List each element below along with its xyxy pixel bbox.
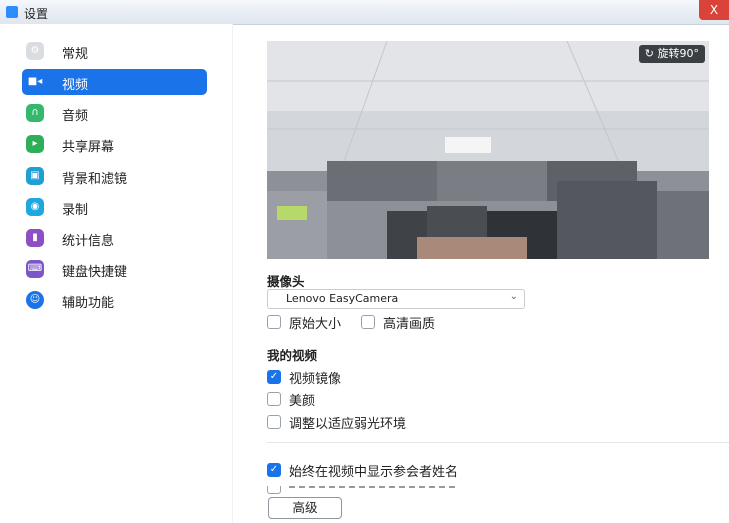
- rotate-90-button[interactable]: ↻ 旋转90°: [638, 45, 705, 63]
- sidebar-item-share-screen[interactable]: ▸ 共享屏幕: [22, 131, 207, 157]
- checkbox-label: 始终在视频中显示参会者姓名: [289, 465, 459, 480]
- sidebar-item-label: 统计信息: [62, 234, 115, 249]
- rotate-icon: ↻: [644, 47, 658, 60]
- rotate-label: 旋转90°: [657, 47, 700, 60]
- sidebar-item-label: 录制: [62, 203, 89, 218]
- sidebar-item-background[interactable]: ▣ 背景和滤镜: [22, 163, 207, 189]
- section-divider: [267, 442, 729, 443]
- sidebar-item-label: 视频: [62, 78, 89, 93]
- checkbox-box[interactable]: [267, 315, 281, 329]
- sidebar-item-keyboard-shortcuts[interactable]: ⌨ 键盘快捷键: [22, 256, 207, 282]
- sidebar-item-general[interactable]: ⚙ 常规: [22, 38, 207, 64]
- sidebar-item-statistics[interactable]: ▮ 统计信息: [22, 225, 207, 251]
- headphones-icon: ∩: [26, 104, 44, 122]
- camera-select-value: Lenovo EasyCamera: [286, 292, 399, 305]
- advanced-button[interactable]: 高级: [268, 497, 342, 519]
- gear-icon: ⚙: [26, 42, 44, 60]
- settings-sidebar: ⚙ 常规 ■◂ 视频 ∩ 音频 ▸ 共享屏幕 ▣ 背景和滤镜 ◉ 录制 ▮ 统计…: [0, 24, 233, 523]
- background-icon: ▣: [26, 167, 44, 185]
- app-icon: [6, 6, 18, 18]
- close-button[interactable]: X: [699, 0, 729, 20]
- video-camera-icon: ■◂: [27, 76, 43, 87]
- checkbox-label: 调整以适应弱光环境: [289, 417, 407, 432]
- checkbox-box[interactable]: [267, 392, 281, 406]
- share-screen-icon: ▸: [26, 135, 44, 153]
- checkbox-label: 美颜: [289, 394, 316, 409]
- checkbox-label: 原始大小: [289, 317, 342, 332]
- checkbox-box[interactable]: [267, 415, 281, 429]
- accessibility-icon: ☺: [26, 291, 44, 309]
- checkbox-box[interactable]: [361, 315, 375, 329]
- sidebar-item-label: 背景和滤镜: [62, 172, 128, 187]
- video-preview: ↻ 旋转90°: [267, 41, 709, 259]
- sidebar-item-video[interactable]: ■◂ 视频: [22, 69, 207, 95]
- keyboard-icon: ⌨: [26, 260, 44, 278]
- checkbox-box[interactable]: ✓: [267, 370, 281, 384]
- sidebar-item-label: 键盘快捷键: [62, 265, 128, 280]
- sidebar-item-label: 常规: [62, 47, 89, 62]
- sidebar-item-label: 辅助功能: [62, 296, 115, 311]
- camera-section-label: 摄像头: [267, 274, 305, 289]
- camera-select[interactable]: Lenovo EasyCamera ⌄: [267, 289, 525, 309]
- cut-off-row: [267, 486, 487, 494]
- statistics-icon: ▮: [26, 229, 44, 247]
- sidebar-item-label: 共享屏幕: [62, 140, 115, 155]
- checkbox-label: 视频镜像: [289, 372, 342, 387]
- window-title: 设置: [24, 7, 49, 21]
- sidebar-item-audio[interactable]: ∩ 音频: [22, 100, 207, 126]
- title-bar: 设置 X: [0, 0, 729, 25]
- checkbox-label: 高清画质: [383, 317, 436, 332]
- sidebar-item-label: 音频: [62, 109, 89, 124]
- camera-feed-image: [267, 41, 709, 259]
- my-video-section-label: 我的视频: [267, 348, 318, 363]
- sidebar-item-accessibility[interactable]: ☺ 辅助功能: [22, 287, 207, 313]
- chevron-down-icon: ⌄: [509, 291, 518, 302]
- record-icon: ◉: [26, 198, 44, 216]
- sidebar-item-recording[interactable]: ◉ 录制: [22, 194, 207, 220]
- checkbox-box[interactable]: ✓: [267, 463, 281, 477]
